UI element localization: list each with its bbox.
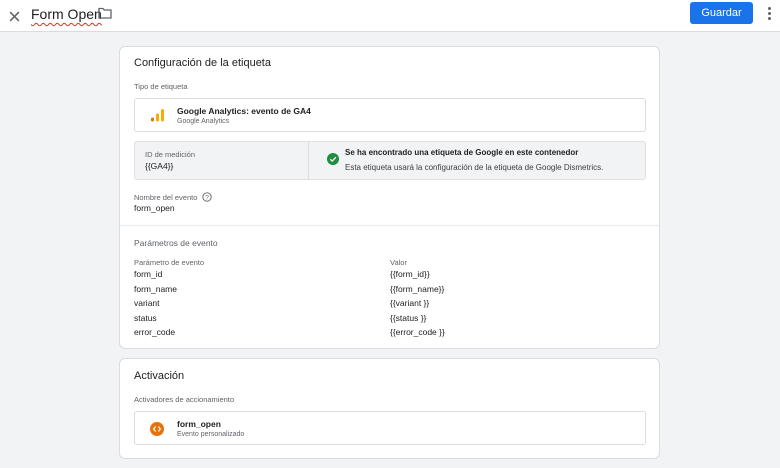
more-vert-dot — [767, 16, 771, 20]
measurement-id-label: ID de medición — [145, 150, 196, 159]
save-button[interactable]: Guardar — [690, 2, 753, 24]
tag-configuration-card[interactable]: Configuración de la etiqueta Tipo de eti… — [119, 46, 660, 349]
tag-type-selector[interactable]: Google Analytics: evento de GA4 Google A… — [134, 98, 646, 132]
measurement-id-box: ID de medición {{GA4}} Se ha encontrado … — [134, 141, 646, 180]
more-vert-dot — [767, 11, 771, 15]
folder-button[interactable] — [98, 6, 114, 22]
help-icon[interactable]: ? — [202, 192, 212, 202]
param-value: {{form_id}} — [390, 269, 430, 279]
google-tag-found-title: Se ha encontrado una etiqueta de Google … — [345, 148, 579, 157]
trigger-name: form_open — [177, 419, 221, 429]
tag-type-subtitle: Google Analytics — [177, 118, 230, 125]
google-analytics-icon — [151, 109, 164, 122]
param-value: {{status }} — [390, 313, 427, 323]
param-value: {{form_name}} — [390, 284, 445, 294]
trigger-type: Evento personalizado — [177, 431, 245, 438]
google-tag-found-body: Esta etiqueta usará la configuración de … — [345, 163, 604, 172]
more-vert-icon — [767, 6, 771, 10]
param-value: {{variant }} — [390, 298, 430, 308]
tag-config-heading: Configuración de la etiqueta — [134, 57, 271, 69]
param-name: form_id — [134, 269, 163, 279]
param-name: error_code — [134, 327, 176, 337]
event-name-value: form_open — [134, 203, 175, 213]
tag-type-label: Tipo de etiqueta — [134, 82, 188, 91]
event-params-heading: Parámetros de evento — [134, 238, 218, 248]
triggers-label: Activadores de accionamiento — [134, 395, 235, 404]
top-bar: Form Open Guardar — [0, 0, 780, 32]
activation-heading: Activación — [134, 370, 185, 382]
custom-event-icon — [150, 422, 164, 436]
more-options-button[interactable] — [764, 5, 774, 21]
param-value: {{error_code }} — [390, 327, 445, 337]
check-circle-icon — [327, 153, 339, 165]
tag-type-name: Google Analytics: evento de GA4 — [177, 106, 311, 116]
params-col-param: Parámetro de evento — [134, 258, 205, 267]
section-divider — [120, 225, 659, 226]
param-name: status — [134, 313, 157, 323]
trigger-item[interactable]: form_open Evento personalizado — [134, 411, 646, 445]
close-icon — [9, 11, 19, 21]
event-name-label: Nombre del evento — [134, 193, 198, 202]
measurement-id-field[interactable]: ID de medición {{GA4}} — [135, 142, 309, 179]
tag-title[interactable]: Form Open — [31, 6, 102, 22]
param-name: variant — [134, 298, 160, 308]
activation-card[interactable]: Activación Activadores de accionamiento … — [119, 358, 660, 459]
svg-text:?: ? — [205, 194, 209, 201]
params-col-value: Valor — [390, 258, 407, 267]
measurement-id-value: {{GA4}} — [145, 161, 174, 171]
code-brackets-icon — [152, 426, 162, 432]
close-button[interactable] — [4, 6, 24, 26]
folder-icon — [98, 7, 112, 19]
param-name: form_name — [134, 284, 177, 294]
